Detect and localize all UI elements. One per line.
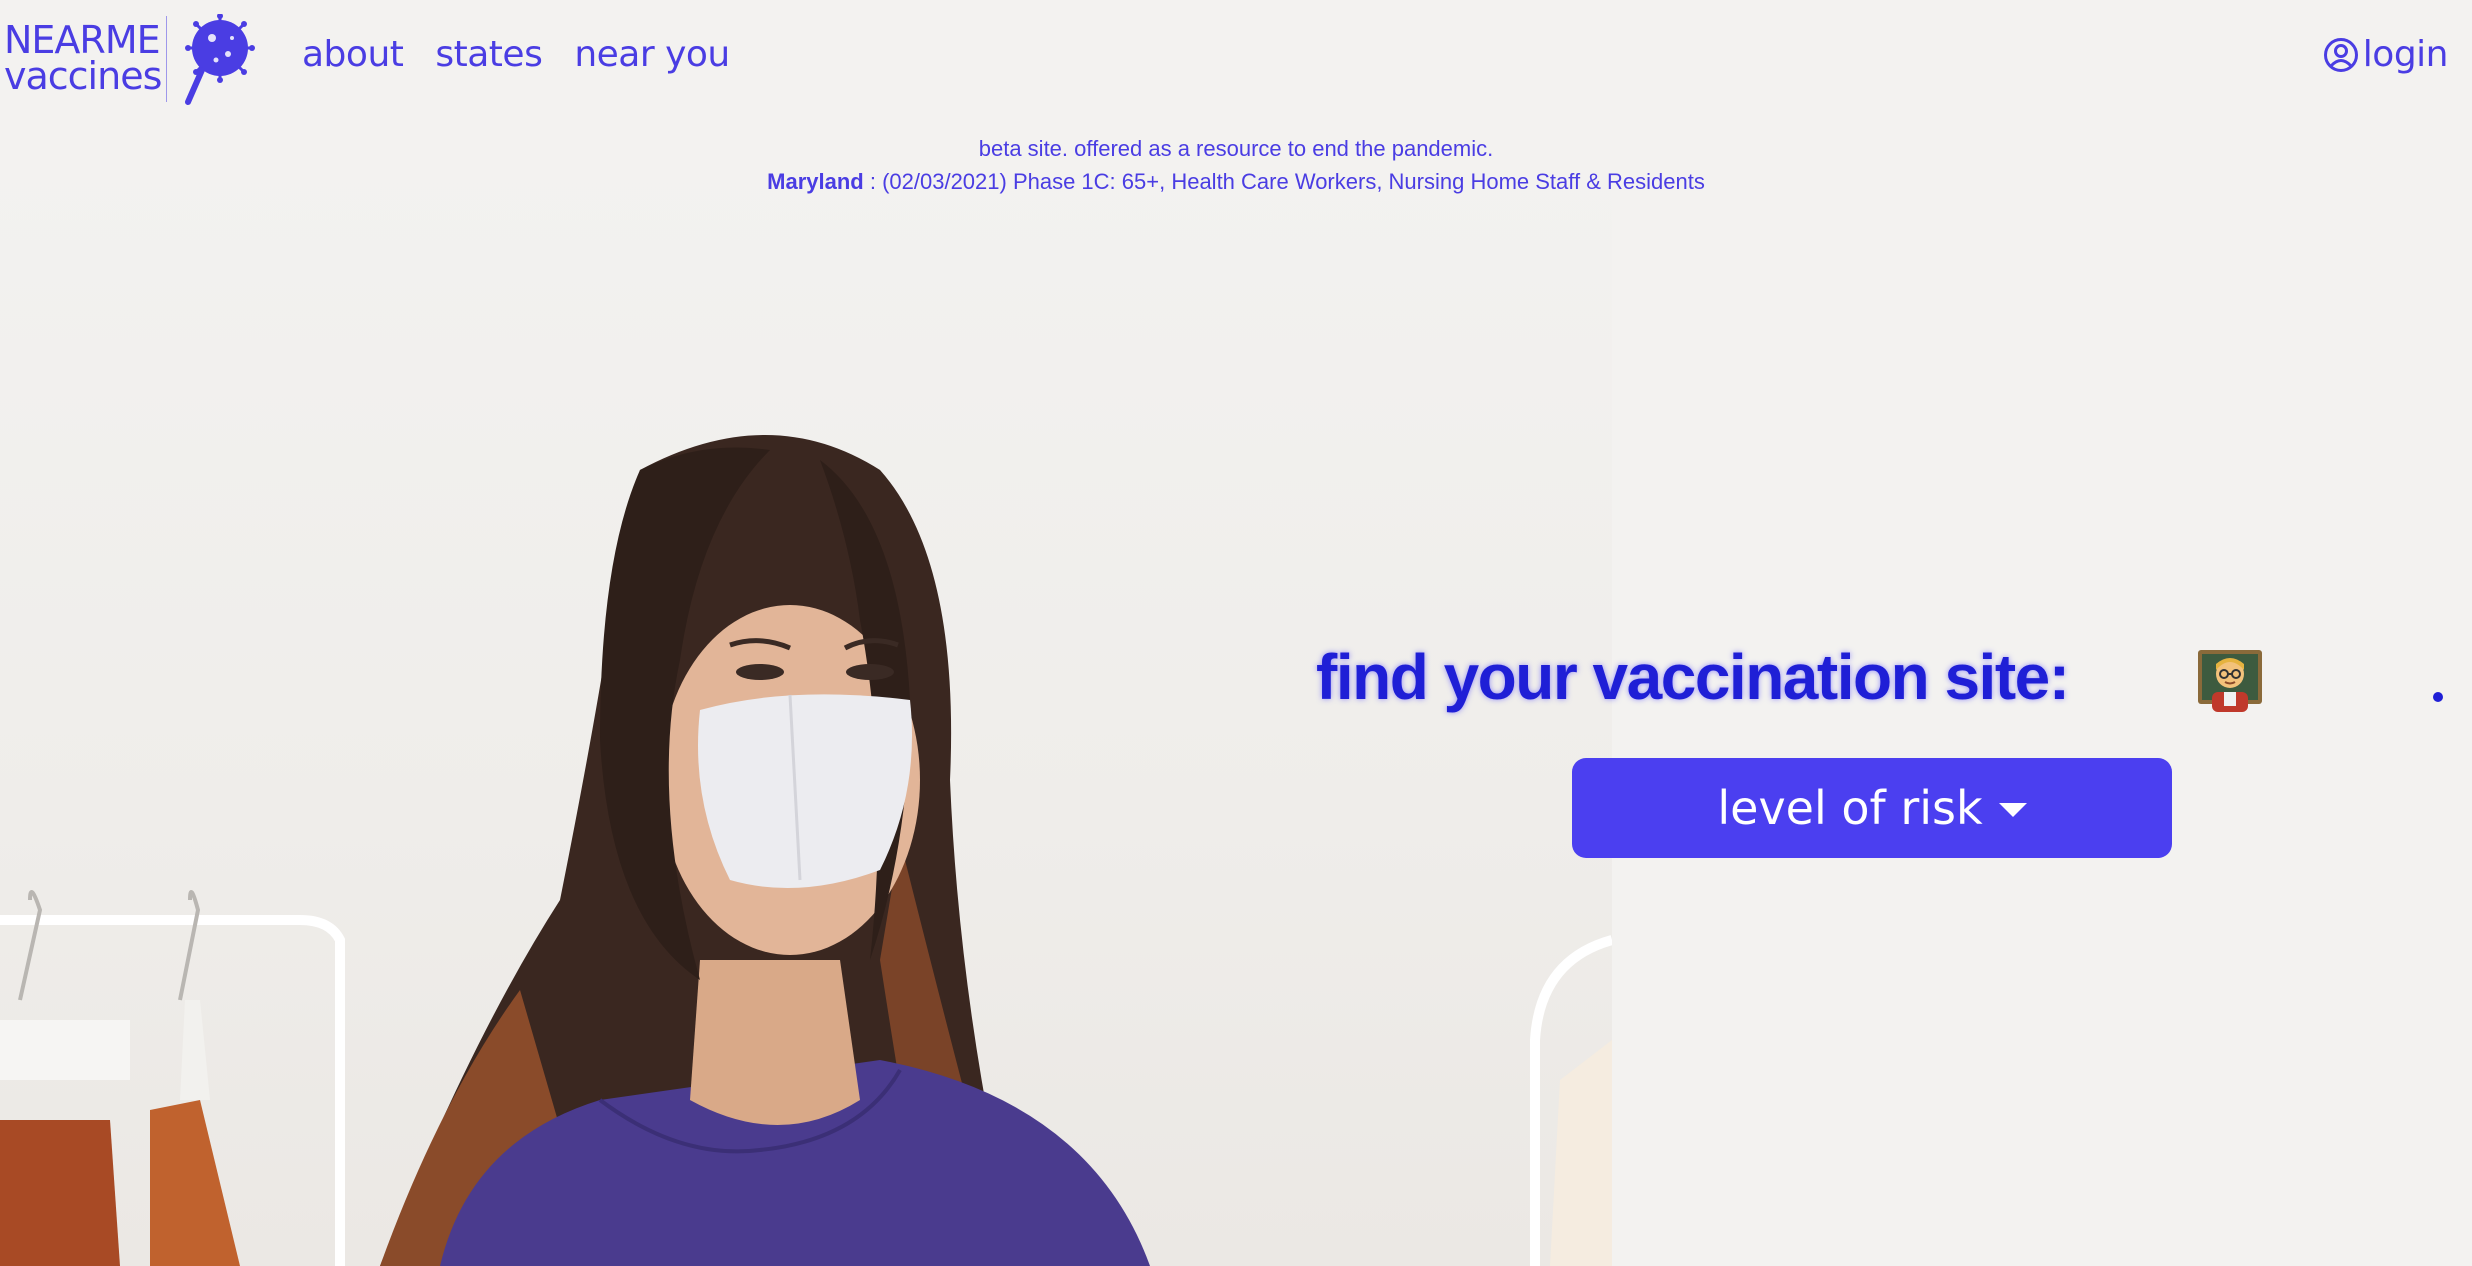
nav-states[interactable]: states [435,34,542,75]
caret-down-icon [1998,803,2027,817]
main-nav: about states near you [302,34,730,75]
user-circle-icon [2323,37,2358,72]
logo-line-2: vaccines [4,54,162,98]
status-dot [2433,692,2443,702]
login-link[interactable]: login [2323,34,2449,75]
teacher-emoji-icon [2198,650,2262,712]
info-banner: beta site. offered as a resource to end … [0,132,2472,198]
state-name[interactable]: Maryland [767,169,864,194]
risk-button-label: level of risk [1717,781,1983,835]
virus-magnifier-icon [185,14,255,105]
phase-notice: Maryland : (02/03/2021) Phase 1C: 65+, H… [0,165,2472,198]
logo-wordmark: NEARME vaccines [4,21,162,98]
clothing-rack-right [1530,935,1612,1266]
site-header: NEARME vaccines about states near you lo… [0,0,2472,120]
nav-near-you[interactable]: near you [574,34,730,75]
level-of-risk-dropdown[interactable]: level of risk [1572,758,2172,858]
clothing-rack-left [0,890,345,1266]
beta-notice: beta site. offered as a resource to end … [978,136,1494,161]
find-site-heading: find your vaccination site: [1316,641,2070,713]
site-logo[interactable]: NEARME vaccines [4,14,255,110]
phase-text: : (02/03/2021) Phase 1C: 65+, Health Car… [863,169,1705,194]
logo-divider [166,16,167,102]
nav-about[interactable]: about [302,34,404,75]
login-label: login [2362,34,2449,75]
